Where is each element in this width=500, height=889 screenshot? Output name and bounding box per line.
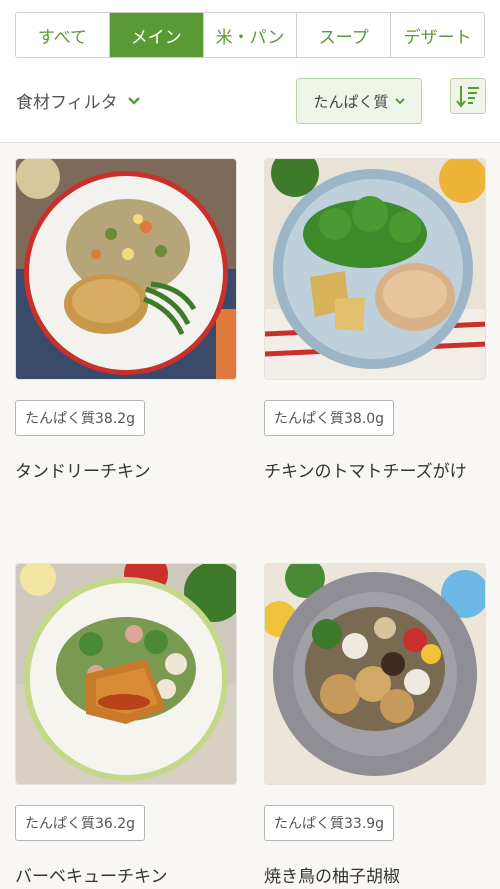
tab-dessert[interactable]: デザート: [391, 13, 484, 57]
sort-descending-icon: [456, 86, 479, 108]
product-image: [264, 563, 486, 785]
product-name: 焼き鳥の柚子胡椒: [264, 867, 400, 887]
product-card[interactable]: たんぱく質33.9g 焼き鳥の柚子胡椒: [264, 563, 486, 887]
product-image: [15, 563, 237, 785]
category-tabs: すべて メイン 米・パン スープ デザート: [15, 12, 485, 58]
filter-bar: 食材フィルタ たんぱく質: [0, 76, 500, 126]
product-name: チキンのトマトチーズがけ: [264, 462, 467, 482]
product-grid: たんぱく質38.2g タンドリーチキン たんぱく質38.0g チキンのトマトチー…: [0, 142, 500, 889]
product-image: [15, 158, 237, 380]
sort-select-value: たんぱく質: [313, 92, 389, 111]
protein-badge: たんぱく質38.2g: [15, 400, 146, 436]
product-image: [264, 158, 486, 380]
product-name: バーベキューチキン: [15, 867, 168, 887]
product-name: タンドリーチキン: [15, 462, 151, 482]
product-card[interactable]: たんぱく質38.2g タンドリーチキン: [15, 158, 237, 482]
sort-select[interactable]: たんぱく質: [296, 78, 422, 124]
chevron-down-icon: [394, 98, 405, 105]
tab-rice-bread[interactable]: 米・パン: [203, 13, 298, 57]
protein-badge: たんぱく質36.2g: [15, 805, 146, 841]
protein-badge: たんぱく質33.9g: [264, 805, 395, 841]
chevron-down-icon: [127, 96, 140, 105]
product-card[interactable]: たんぱく質38.0g チキンのトマトチーズがけ: [264, 158, 486, 482]
tab-soup[interactable]: スープ: [297, 13, 392, 57]
tab-main[interactable]: メイン: [109, 13, 204, 57]
tab-all[interactable]: すべて: [16, 13, 110, 57]
sort-order-button[interactable]: [450, 78, 486, 114]
ingredient-filter-toggle[interactable]: 食材フィルタ: [16, 88, 140, 113]
product-card[interactable]: たんぱく質36.2g バーベキューチキン: [15, 563, 237, 887]
protein-badge: たんぱく質38.0g: [264, 400, 395, 436]
ingredient-filter-label: 食材フィルタ: [16, 93, 118, 113]
